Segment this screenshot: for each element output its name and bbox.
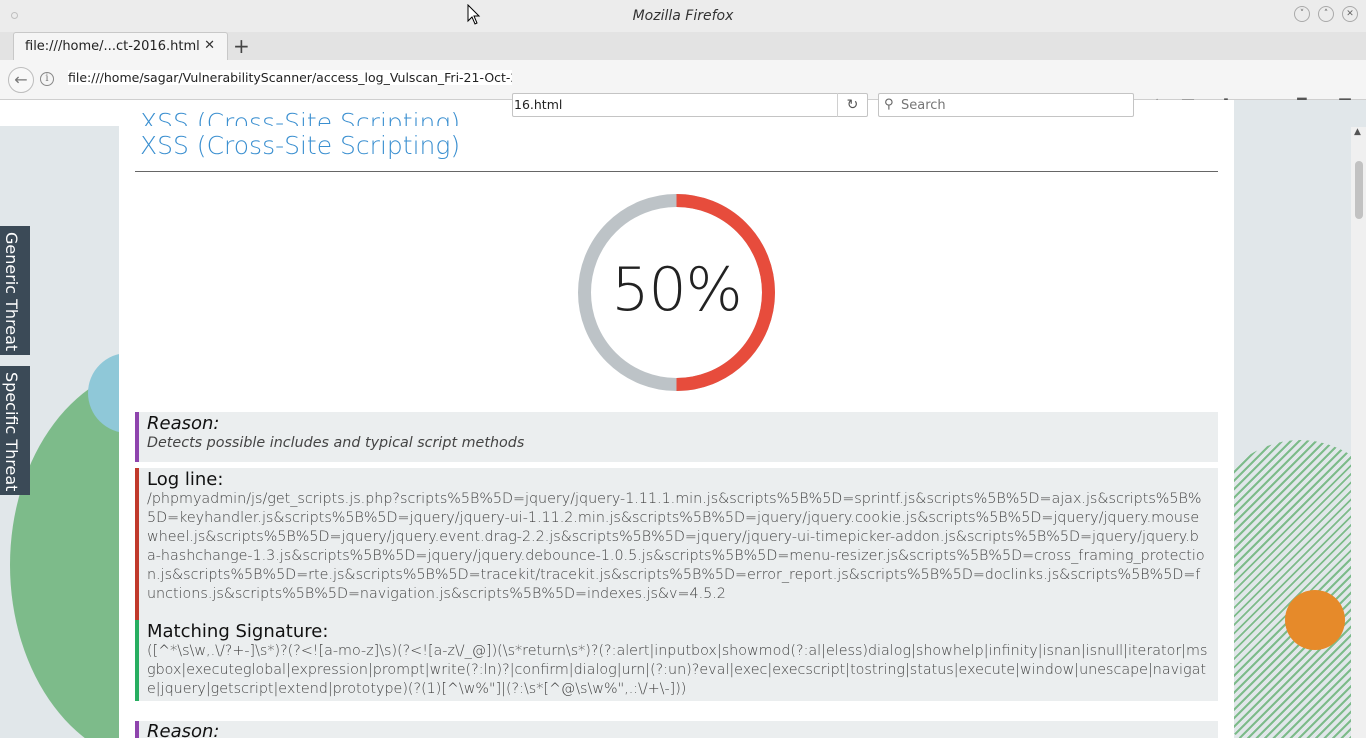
reason-title: Reason: — [147, 721, 220, 738]
log-line-block: Log line: /phpmyadmin/js/get_scripts.js.… — [135, 468, 1218, 620]
background-circle — [1285, 590, 1345, 650]
search-box[interactable]: ⚲ — [878, 93, 1134, 117]
reason-accent-bar — [135, 721, 139, 738]
divider — [135, 171, 1218, 172]
specific-threat-tab[interactable]: Specific Threat — [0, 366, 30, 495]
scrollbar-thumb[interactable] — [1355, 161, 1363, 219]
mouse-cursor-icon — [467, 4, 481, 25]
reason-text: Detects possible includes and typical sc… — [147, 435, 525, 451]
reason-block: Reason: Detects possible includes and ty… — [135, 412, 1218, 462]
window-titlebar: Mozilla Firefox ˅ ˄ ✕ — [0, 0, 1366, 32]
url-tooltip: file:///home/sagar/VulnerabilityScanner/… — [68, 70, 512, 85]
signature-accent-bar — [135, 620, 139, 701]
url-field[interactable]: 16.html ↻ — [512, 93, 868, 117]
log-line-text: /phpmyadmin/js/get_scripts.js.php?script… — [147, 491, 1205, 602]
close-window-button[interactable]: ✕ — [1342, 6, 1358, 22]
maximize-button[interactable]: ˄ — [1318, 6, 1334, 22]
reason-block: Reason: — [135, 721, 1218, 738]
tab-label: file:///home/...ct-2016.html — [25, 39, 200, 54]
signature-title: Matching Signature: — [147, 621, 329, 642]
page-viewport: XSS (Cross-Site Scripting) 50% Reason: D… — [0, 100, 1366, 738]
scroll-up-icon[interactable]: ▲ — [1354, 127, 1361, 137]
tab-strip: file:///home/...ct-2016.html ✕ + — [0, 32, 1366, 60]
report-card: XSS (Cross-Site Scripting) 50% Reason: D… — [119, 100, 1234, 738]
url-text: 16.html — [514, 97, 563, 112]
heading-scroll-artifact: XSS (Cross-Site Scripting) — [0, 100, 512, 126]
info-icon[interactable]: i — [40, 72, 54, 86]
window-title: Mozilla Firefox — [632, 8, 734, 24]
signature-text: ([^*\s\w,.\/?+-]\s*)?(?<![a-mo-z]\s)(?<!… — [147, 643, 1208, 697]
minimize-button[interactable]: ˅ — [1294, 6, 1310, 22]
generic-threat-tab[interactable]: Generic Threat — [0, 226, 30, 355]
page-scrollbar[interactable]: ▲ — [1351, 127, 1366, 738]
threat-heading-duplicate: XSS (Cross-Site Scripting) — [140, 108, 461, 126]
percent-label: 50% — [611, 255, 742, 325]
search-input[interactable] — [901, 96, 1126, 114]
specific-threat-label: Specific Threat — [2, 372, 21, 492]
signature-block: Matching Signature: ([^*\s\w,.\/?+-]\s*)… — [135, 620, 1218, 701]
tab-close-icon[interactable]: ✕ — [204, 38, 215, 53]
reason-accent-bar — [135, 412, 139, 462]
back-button[interactable]: ← — [8, 67, 34, 93]
log-line-title: Log line: — [147, 469, 224, 490]
generic-threat-label: Generic Threat — [2, 232, 21, 352]
search-icon: ⚲ — [884, 97, 894, 112]
threat-heading: XSS (Cross-Site Scripting) — [140, 131, 461, 160]
reload-icon[interactable]: ↻ — [837, 93, 867, 117]
tab-report[interactable]: file:///home/...ct-2016.html ✕ — [13, 32, 228, 60]
reason-title: Reason: — [147, 413, 220, 434]
new-tab-button[interactable]: + — [233, 34, 250, 58]
log-line-accent-bar — [135, 468, 139, 620]
